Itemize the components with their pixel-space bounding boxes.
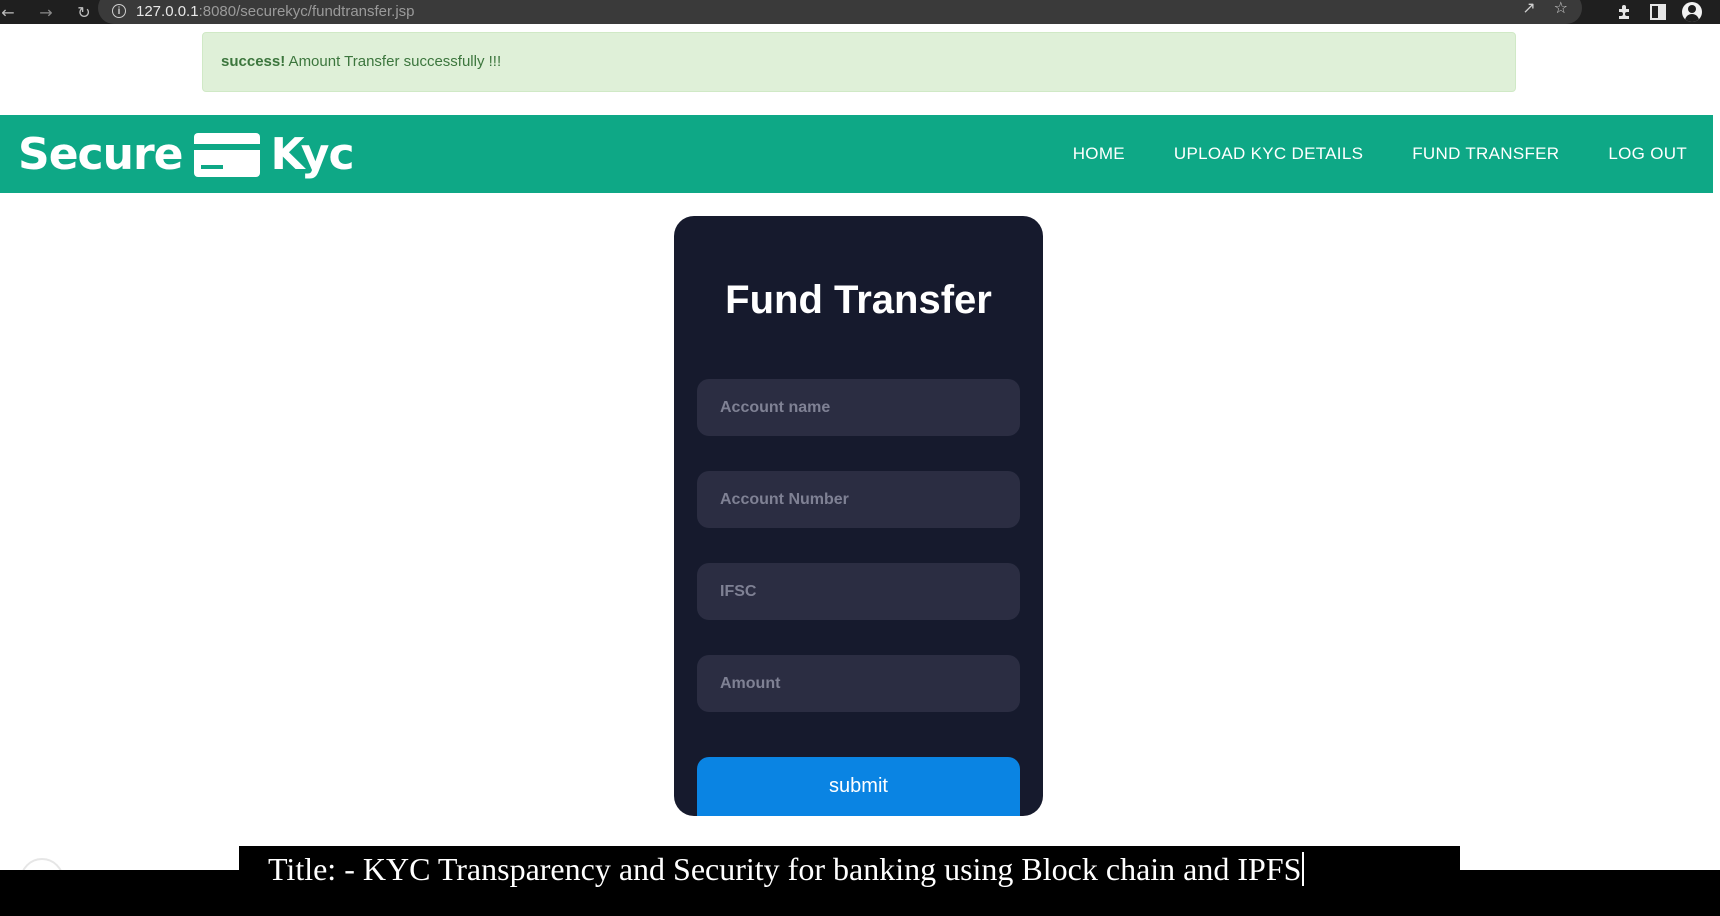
share-icon[interactable]: ↗ (1522, 0, 1535, 17)
caption-box: Title: - KYC Transparency and Security f… (239, 846, 1460, 892)
extensions-icon[interactable] (1616, 3, 1634, 21)
alert-message: Amount Transfer successfully !!! (285, 53, 502, 70)
back-icon[interactable]: ← (0, 3, 22, 22)
logo-right-text: Kyc (270, 129, 354, 180)
submit-button[interactable]: submit (697, 757, 1020, 816)
success-alert: success! Amount Transfer successfully !!… (202, 32, 1516, 92)
form-title: Fund Transfer (725, 278, 992, 322)
nav-fund-transfer[interactable]: FUND TRANSFER (1412, 144, 1559, 164)
logo-left-text: Secure (18, 129, 183, 180)
logo[interactable]: Secure Kyc (18, 129, 355, 180)
nav-upload-kyc-details[interactable]: UPLOAD KYC DETAILS (1174, 144, 1363, 164)
credit-card-icon (194, 132, 261, 177)
nav-links: HOME UPLOAD KYC DETAILS FUND TRANSFER LO… (1073, 115, 1687, 193)
address-bar[interactable]: i 127.0.0.1:8080/securekyc/fundtransfer.… (98, 0, 1582, 24)
url-text[interactable]: 127.0.0.1:8080/securekyc/fundtransfer.js… (136, 3, 415, 20)
fund-transfer-form: Fund Transfer submit (674, 216, 1043, 816)
account-name-input[interactable] (697, 379, 1020, 436)
caption-text: Title: - KYC Transparency and Security f… (268, 850, 1302, 887)
amount-input[interactable] (697, 655, 1020, 712)
account-number-input[interactable] (697, 471, 1020, 528)
navbar: Secure Kyc HOME UPLOAD KYC DETAILS FUND … (0, 115, 1713, 193)
url-path: :8080/securekyc/fundtransfer.jsp (198, 2, 415, 20)
alert-strong: success! (221, 53, 286, 70)
star-icon[interactable]: ☆ (1554, 0, 1568, 17)
profile-icon[interactable] (1682, 2, 1702, 22)
side-panel-icon[interactable] (1650, 4, 1666, 20)
nav-log-out[interactable]: LOG OUT (1608, 144, 1687, 164)
nav-home[interactable]: HOME (1073, 144, 1125, 164)
text-cursor (1302, 852, 1305, 886)
ifsc-input[interactable] (697, 563, 1020, 620)
info-icon[interactable]: i (112, 4, 126, 18)
forward-icon[interactable]: → (32, 3, 60, 22)
url-host: 127.0.0.1 (136, 2, 199, 20)
browser-toolbar: ← → ↻ i 127.0.0.1:8080/securekyc/fundtra… (0, 0, 1720, 24)
reload-icon[interactable]: ↻ (70, 3, 98, 22)
